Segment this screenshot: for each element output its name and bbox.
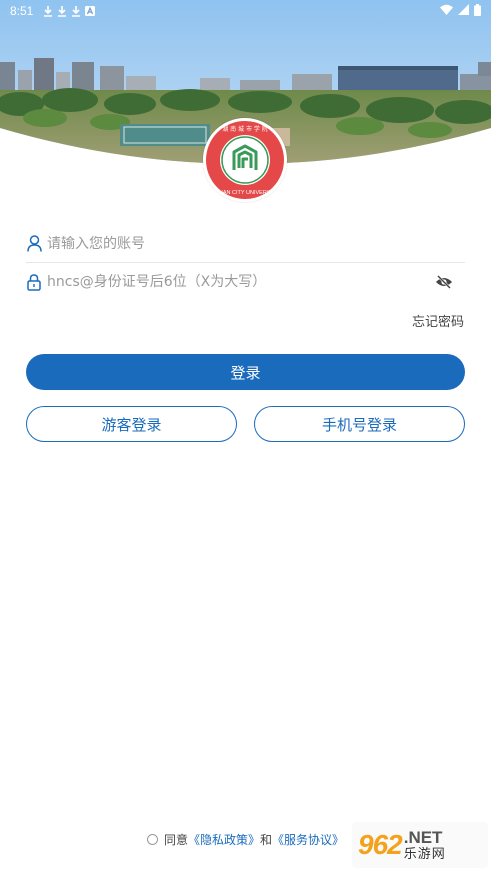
watermark: 962 .NET 乐游网: [352, 822, 488, 868]
login-button[interactable]: 登录: [26, 354, 465, 390]
agree-and: 和: [260, 833, 273, 847]
agree-radio[interactable]: [147, 834, 158, 845]
lock-icon: [26, 273, 42, 291]
wifi-icon: [440, 4, 453, 18]
svg-text:HUNAN CITY UNIVERSITY: HUNAN CITY UNIVERSITY: [211, 190, 279, 196]
status-bar: 8:51: [0, 0, 491, 22]
password-input[interactable]: [47, 267, 433, 297]
service-agreement-link[interactable]: 《服务协议》: [272, 831, 344, 848]
forgot-password-link[interactable]: 忘记密码: [412, 311, 464, 330]
watermark-number: 962: [358, 829, 403, 860]
download-icon: [69, 5, 83, 17]
agree-prefix: 同意: [164, 833, 189, 847]
account-input[interactable]: [47, 228, 465, 259]
download-icon: [41, 5, 55, 17]
account-field[interactable]: [26, 225, 465, 263]
watermark-net: .NET: [403, 828, 443, 847]
user-icon: [26, 235, 42, 253]
guest-login-button[interactable]: 游客登录: [26, 406, 237, 442]
phone-login-button[interactable]: 手机号登录: [254, 406, 465, 442]
watermark-cn: 乐游网: [403, 847, 446, 862]
password-field[interactable]: [26, 263, 465, 301]
privacy-policy-link[interactable]: 《隐私政策》: [188, 831, 260, 848]
agreement-row: 同意 《隐私政策》 和 《服务协议》: [147, 831, 344, 848]
svg-text:湖 南 城 市 学 院: 湖 南 城 市 学 院: [222, 125, 268, 133]
app-icon: [83, 6, 97, 16]
university-logo: 湖 南 城 市 学 院 HUNAN CITY UNIVERSITY: [203, 118, 287, 202]
download-icon: [55, 5, 69, 17]
status-time: 8:51: [10, 4, 34, 18]
battery-icon: [474, 3, 481, 19]
signal-icon: [458, 4, 469, 18]
logo-emblem-icon: 湖 南 城 市 学 院 HUNAN CITY UNIVERSITY: [211, 125, 279, 196]
eye-off-icon[interactable]: [433, 271, 455, 293]
